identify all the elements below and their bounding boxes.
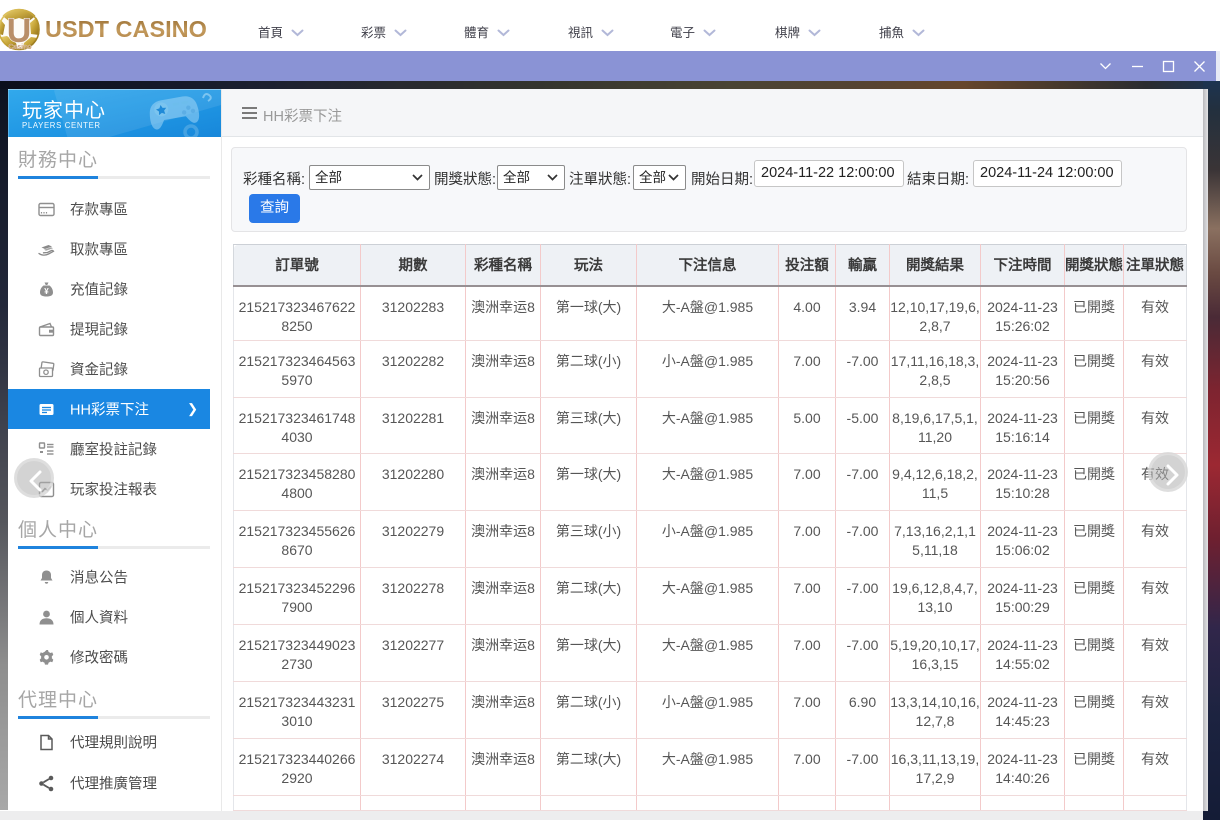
svg-text:¥: ¥	[44, 287, 49, 296]
svg-text:Casino: Casino	[8, 44, 31, 51]
